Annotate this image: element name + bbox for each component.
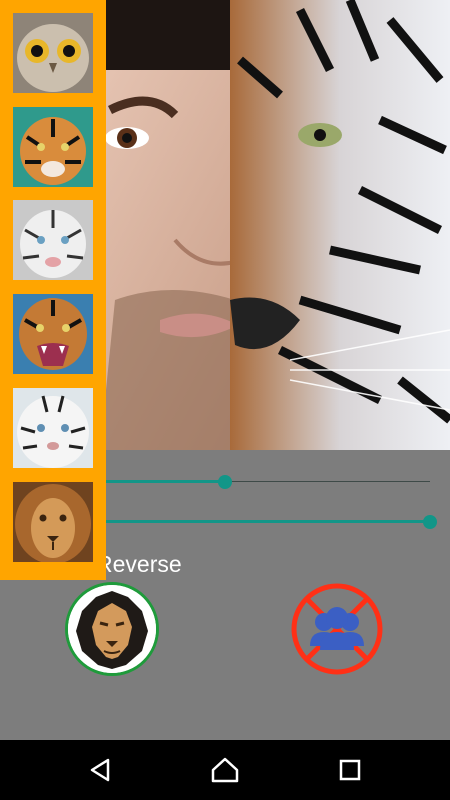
blend-slider-fill bbox=[106, 480, 225, 483]
lion-thumbnail[interactable] bbox=[13, 482, 93, 562]
opacity-slider[interactable] bbox=[106, 510, 437, 534]
white-tiger-icon bbox=[13, 200, 93, 280]
recents-square-icon bbox=[339, 759, 361, 781]
opacity-slider-thumb[interactable] bbox=[423, 515, 437, 529]
recents-button[interactable] bbox=[334, 754, 366, 786]
tiger-thumbnail[interactable] bbox=[13, 107, 93, 187]
roaring-tiger-thumbnail[interactable] bbox=[13, 294, 93, 374]
white-tiger-closeup-thumbnail[interactable] bbox=[13, 388, 93, 468]
owl-thumbnail[interactable] bbox=[13, 13, 93, 93]
lion-face-icon bbox=[68, 585, 156, 673]
white-tiger-thumbnail[interactable] bbox=[13, 200, 93, 280]
back-button[interactable] bbox=[84, 754, 116, 786]
home-button[interactable] bbox=[209, 754, 241, 786]
back-triangle-icon bbox=[90, 758, 110, 782]
reverse-label[interactable]: Reverse bbox=[106, 550, 182, 578]
blend-slider-thumb[interactable] bbox=[217, 475, 232, 489]
tiger-icon bbox=[13, 107, 93, 187]
owl-icon bbox=[13, 13, 93, 93]
system-navigation-bar bbox=[0, 740, 450, 800]
group-no-icon bbox=[291, 583, 383, 675]
opacity-slider-fill bbox=[106, 520, 430, 523]
remove-faces-button[interactable] bbox=[290, 582, 384, 676]
animal-thumbnail-strip bbox=[0, 0, 106, 580]
home-icon bbox=[211, 757, 239, 783]
blend-slider[interactable] bbox=[106, 470, 430, 494]
lion-icon bbox=[13, 482, 93, 562]
white-tiger-closeup-icon bbox=[13, 388, 93, 468]
lion-face-button[interactable] bbox=[65, 582, 159, 676]
roaring-tiger-icon bbox=[13, 294, 93, 374]
